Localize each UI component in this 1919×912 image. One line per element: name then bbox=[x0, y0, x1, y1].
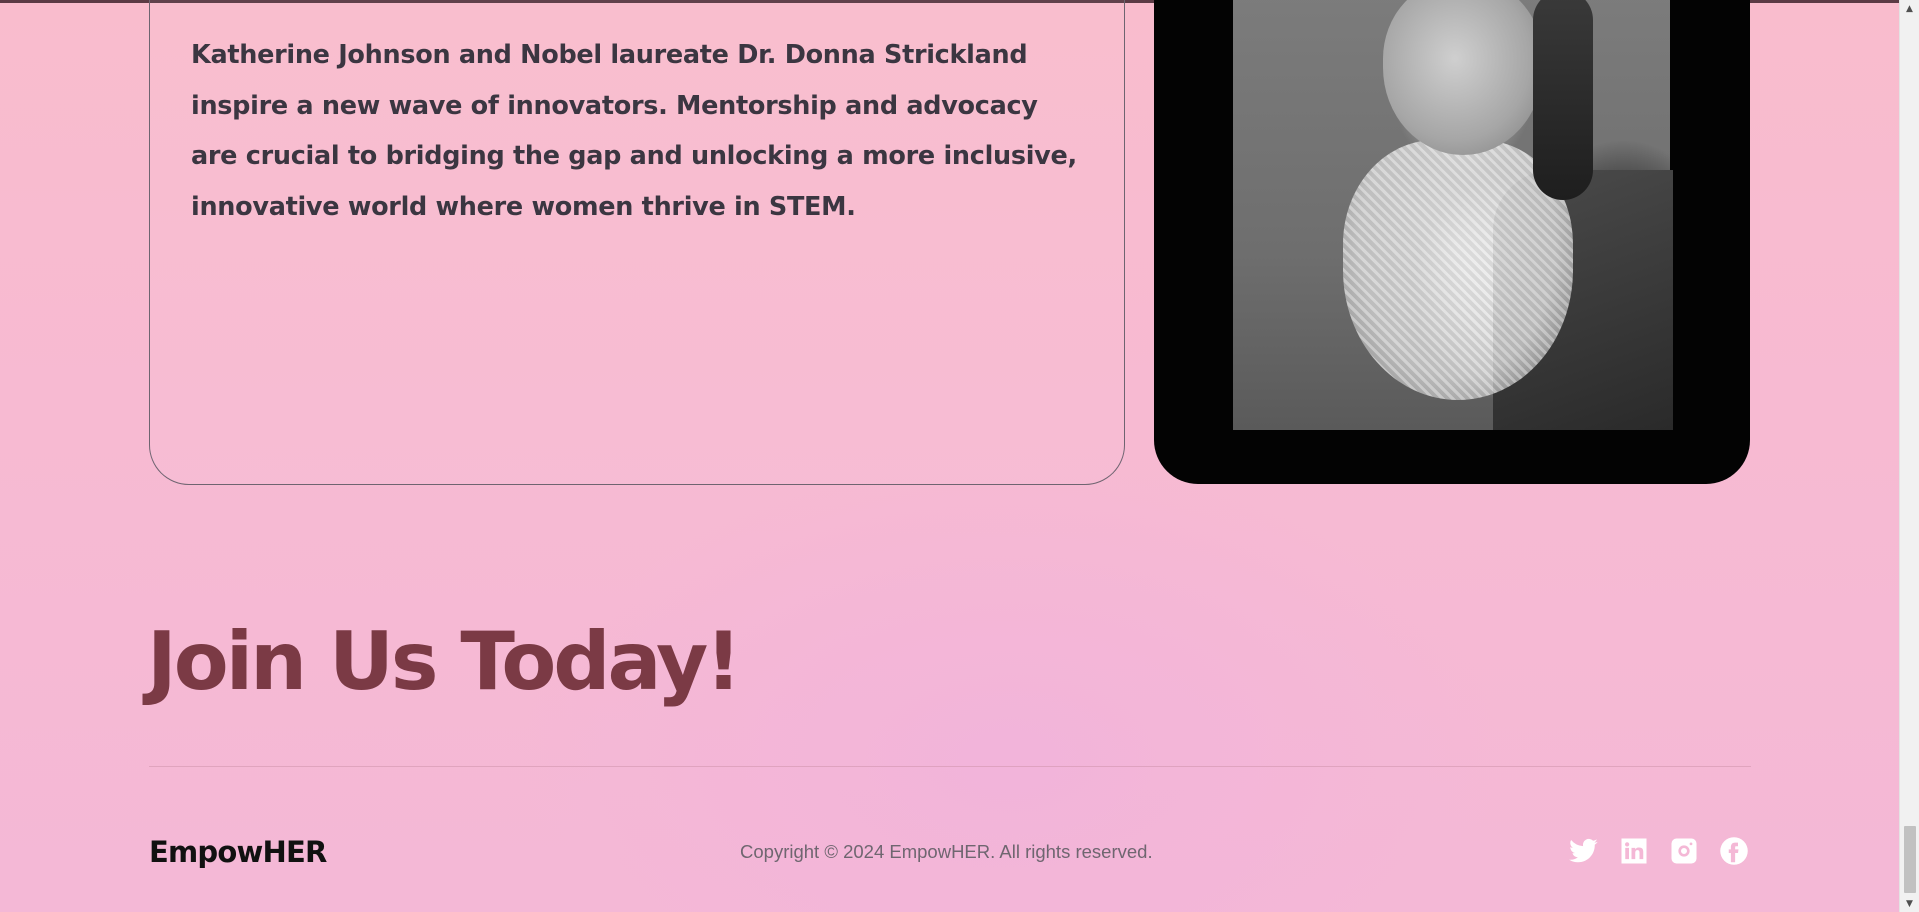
twitter-icon[interactable] bbox=[1569, 836, 1599, 866]
article-card: Katherine Johnson and Nobel laureate Dr.… bbox=[149, 0, 1125, 485]
portrait-photo bbox=[1233, 0, 1673, 430]
instagram-icon[interactable] bbox=[1669, 836, 1699, 866]
footer-divider bbox=[149, 766, 1751, 767]
join-us-heading: Join Us Today! bbox=[147, 615, 742, 708]
scroll-up-arrow-icon[interactable]: ▲ bbox=[1900, 0, 1919, 17]
facebook-icon[interactable] bbox=[1719, 836, 1749, 866]
footer-copyright: Copyright © 2024 EmpowHER. All rights re… bbox=[740, 841, 1153, 862]
social-links bbox=[1569, 836, 1749, 866]
linkedin-icon[interactable] bbox=[1619, 836, 1649, 866]
scroll-down-arrow-icon[interactable]: ▼ bbox=[1900, 895, 1919, 912]
article-paragraph: Katherine Johnson and Nobel laureate Dr.… bbox=[191, 40, 1077, 222]
portrait-card bbox=[1154, 0, 1750, 484]
portrait-face-shape bbox=[1383, 0, 1543, 155]
portrait-hair-shape bbox=[1533, 0, 1593, 200]
footer-brand-logo[interactable]: EmpowHER bbox=[149, 834, 327, 870]
vertical-scrollbar[interactable]: ▲ ▼ bbox=[1899, 0, 1919, 912]
scrollbar-thumb[interactable] bbox=[1904, 826, 1916, 893]
page-content: Katherine Johnson and Nobel laureate Dr.… bbox=[0, 0, 1899, 912]
